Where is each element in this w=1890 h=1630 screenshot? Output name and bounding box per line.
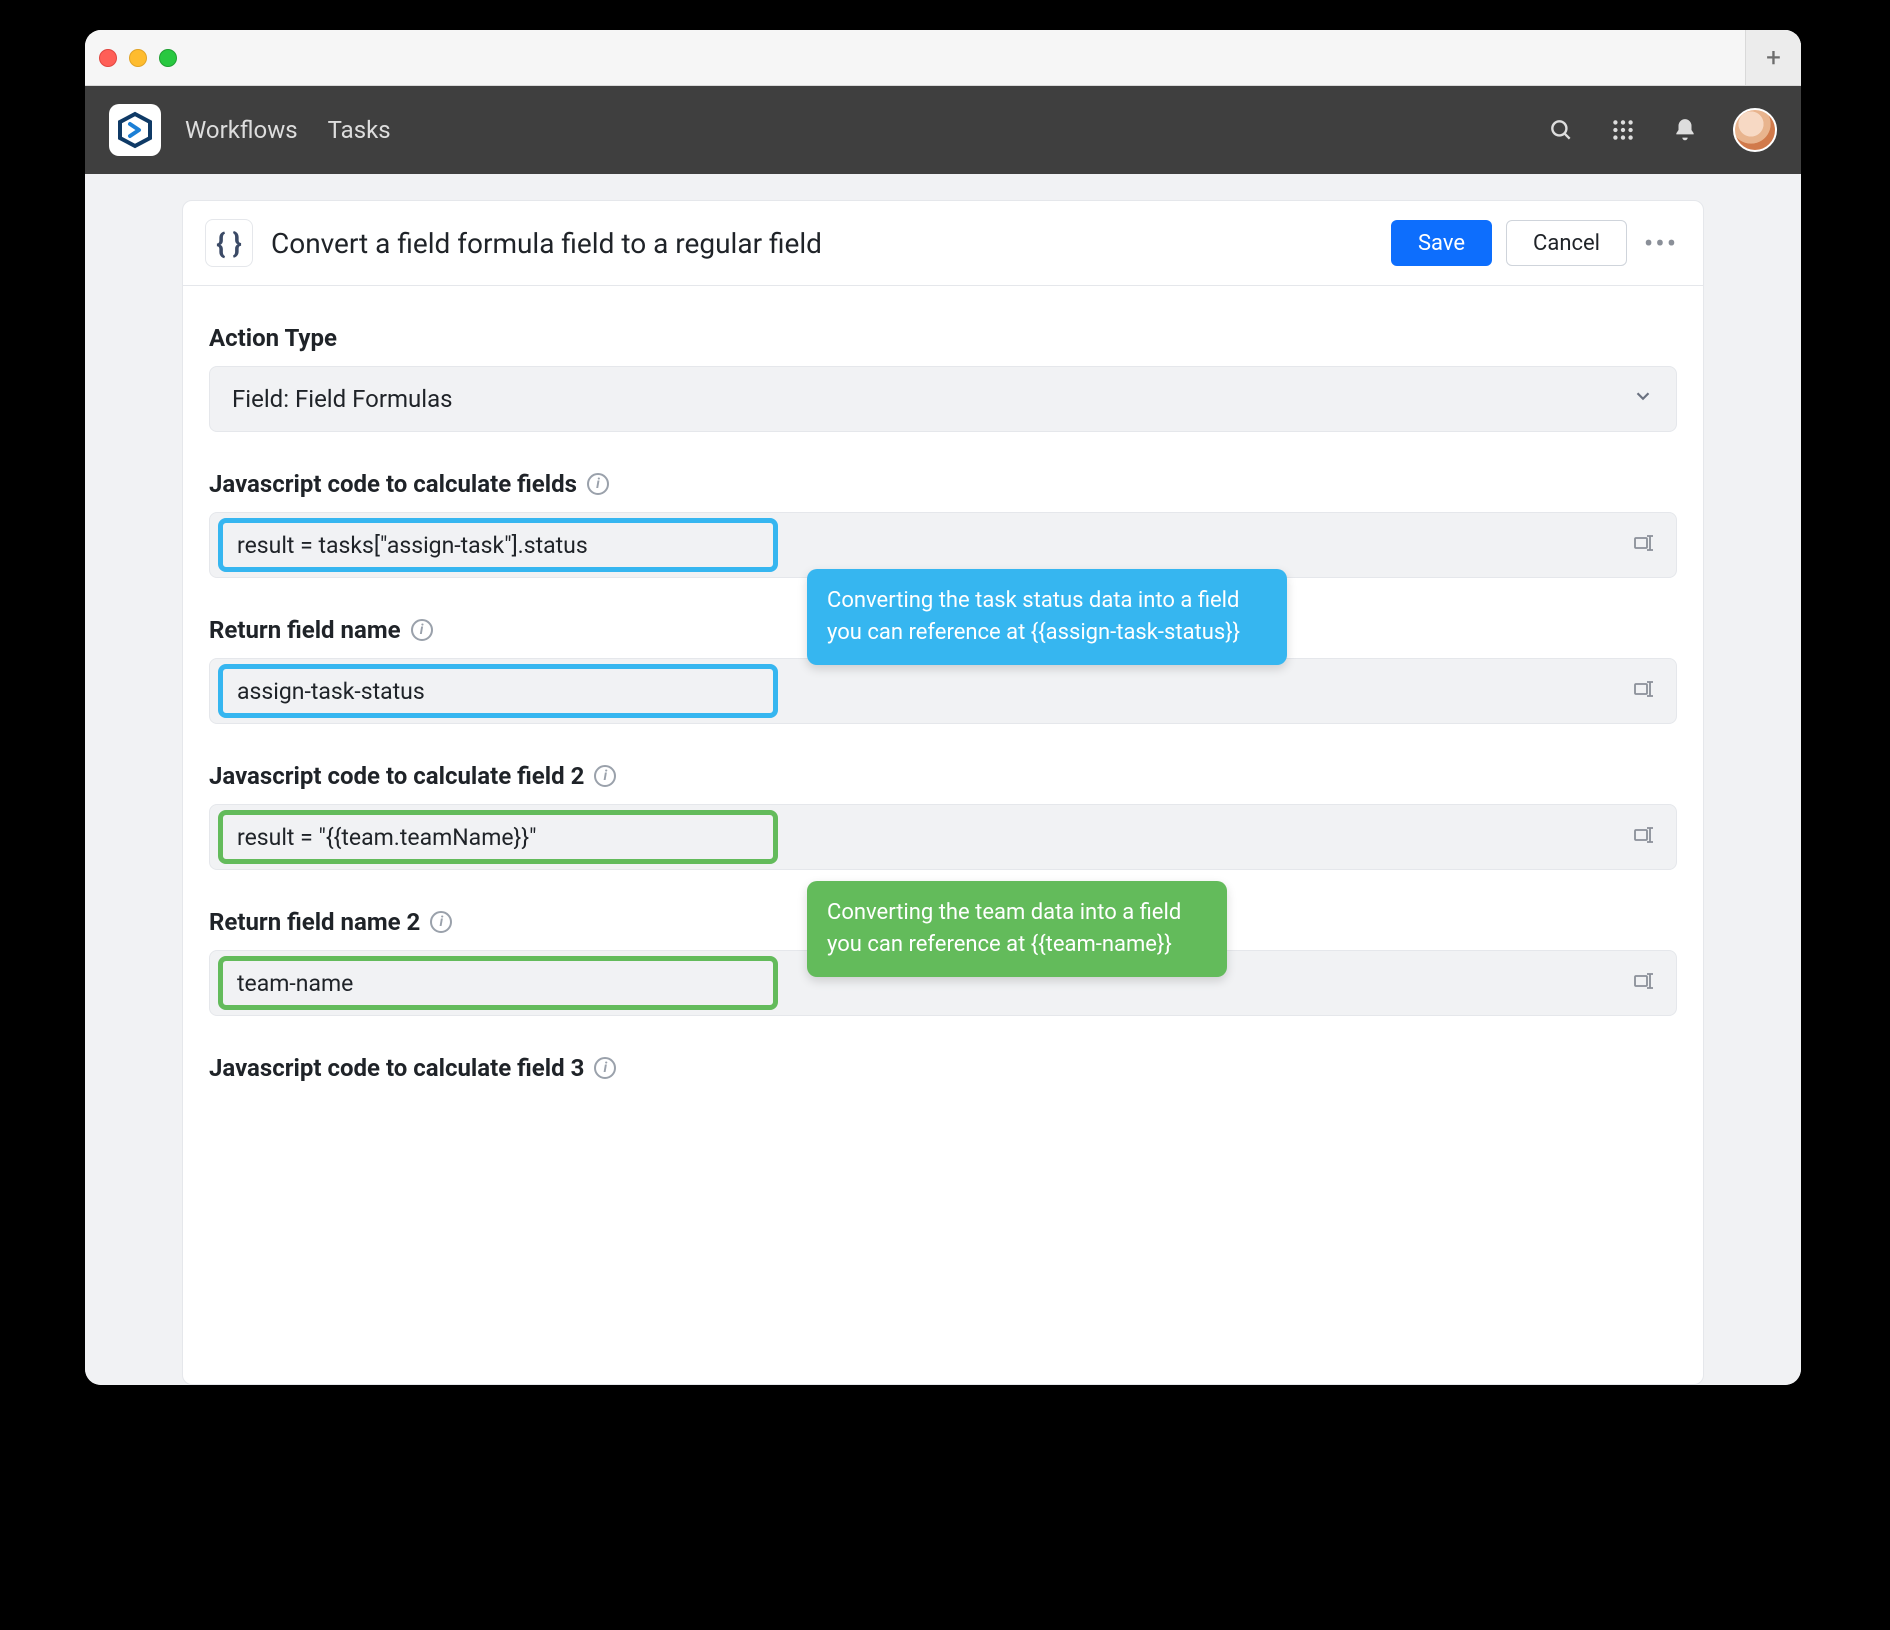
js-code-1-label: Javascript code to calculate fields i [209,470,1677,498]
annotation-callout-green: Converting the team data into a field yo… [807,881,1227,977]
app-header: Workflows Tasks [85,86,1801,174]
js-code-2-value: result = "{{team.teamName}}" [218,810,778,864]
js-code-2-label: Javascript code to calculate field 2 i [209,762,1677,790]
info-icon[interactable]: i [594,1057,616,1079]
app-body: { } Convert a field formula field to a r… [85,174,1801,1385]
window-titlebar: + [85,30,1801,86]
panel-type-icon: { } [205,219,253,267]
new-tab-button[interactable]: + [1745,30,1801,85]
action-type-value: Field: Field Formulas [232,385,453,413]
browser-window: + Workflows Tasks [85,30,1801,1385]
info-icon[interactable]: i [594,765,616,787]
info-icon[interactable]: i [411,619,433,641]
return-name-2-label-text: Return field name 2 [209,908,420,936]
app-logo [109,104,161,156]
insert-variable-icon[interactable] [1632,531,1656,560]
js-code-3-label: Javascript code to calculate field 3 i [209,1054,1677,1082]
bell-icon[interactable] [1671,116,1699,144]
return-name-1-value: assign-task-status [218,664,778,718]
more-actions-button[interactable]: ••• [1641,227,1681,260]
chevron-down-icon [1632,385,1654,413]
insert-variable-icon[interactable] [1632,969,1656,998]
apps-grid-icon[interactable] [1609,116,1637,144]
return-name-1-label-text: Return field name [209,616,401,644]
return-name-2-value: team-name [218,956,778,1010]
avatar[interactable] [1733,108,1777,152]
action-type-label: Action Type [209,324,1677,352]
return-name-1-field[interactable]: assign-task-status [209,658,1677,724]
js-code-3-label-text: Javascript code to calculate field 3 [209,1054,584,1082]
close-window-button[interactable] [99,49,117,67]
js-code-1-value: result = tasks["assign-task"].status [218,518,778,572]
panel-body: Action Type Field: Field Formulas Javasc… [183,286,1703,1106]
save-button[interactable]: Save [1391,220,1492,266]
maximize-window-button[interactable] [159,49,177,67]
info-icon[interactable]: i [587,473,609,495]
annotation-text: Converting the team data into a field yo… [827,900,1181,957]
cancel-button[interactable]: Cancel [1506,220,1627,266]
action-type-select[interactable]: Field: Field Formulas [209,366,1677,432]
search-icon[interactable] [1547,116,1575,144]
insert-variable-icon[interactable] [1632,677,1656,706]
nav-tabs: Workflows Tasks [185,116,391,144]
js-code-1-label-text: Javascript code to calculate fields [209,470,577,498]
editor-panel: { } Convert a field formula field to a r… [182,200,1704,1385]
panel-header: { } Convert a field formula field to a r… [183,201,1703,286]
annotation-callout-blue: Converting the task status data into a f… [807,569,1287,665]
window-controls [99,49,177,67]
page-title: Convert a field formula field to a regul… [271,227,822,260]
js-code-2-label-text: Javascript code to calculate field 2 [209,762,584,790]
annotation-text: Converting the task status data into a f… [827,588,1240,645]
minimize-window-button[interactable] [129,49,147,67]
js-code-2-field[interactable]: result = "{{team.teamName}}" [209,804,1677,870]
nav-tab-workflows[interactable]: Workflows [185,116,298,144]
action-type-label-text: Action Type [209,324,337,352]
insert-variable-icon[interactable] [1632,823,1656,852]
nav-tab-tasks[interactable]: Tasks [328,116,391,144]
info-icon[interactable]: i [430,911,452,933]
